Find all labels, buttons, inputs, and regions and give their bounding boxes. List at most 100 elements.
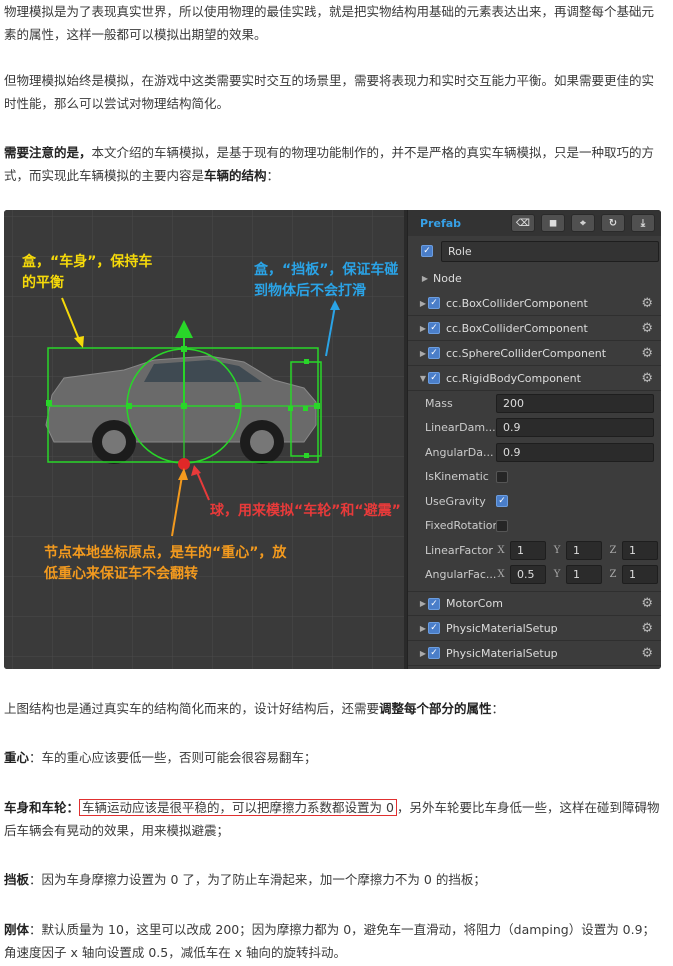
gear-icon[interactable]: ⚙ <box>641 646 653 661</box>
annotation-origin-line2: 低重心来保证车不会翻转 <box>44 566 198 582</box>
refresh-icon[interactable]: ↻ <box>601 214 625 232</box>
component-label: cc.SphereColliderComponent <box>446 346 607 360</box>
gear-icon[interactable]: ⚙ <box>641 321 653 336</box>
angular-factor-z-input[interactable]: 1 <box>622 565 658 585</box>
is-kinematic-label: IsKinematic <box>425 470 489 484</box>
mass-input[interactable]: 200 <box>496 393 654 413</box>
angular-factor-label: AngularFac... <box>425 568 496 582</box>
scene-view[interactable]: 盒，“车身”，保持车 的平衡 盒，“挡板”，保证车碰 到物体后不会打滑 球，用来… <box>4 210 404 669</box>
fixed-rotation-label: FixedRotation <box>425 519 496 533</box>
save-icon[interactable]: ⤓ <box>631 214 655 232</box>
annotation-body-line1: 盒，“车身”，保持车 <box>22 254 153 270</box>
expand-arrow-icon[interactable]: ▶ <box>418 649 428 658</box>
adjust-text: 上图结构也是通过真实车的结构简化而来的，设计好结构后，还需要 <box>4 701 380 716</box>
annotation-baffle-line1: 盒，“挡板”，保证车碰 <box>254 262 399 278</box>
axis-y-label: Y <box>553 544 561 556</box>
node-name-row: ✓ Role <box>408 236 661 266</box>
expand-arrow-icon[interactable]: ▶ <box>418 299 428 308</box>
angular-factor-y-value: 1 <box>573 568 580 582</box>
paragraph-body-wheels: 车身和车轮： 车辆运动应该是很平稳的，可以把摩擦力系数都设置为 0 ，另外车轮要比车… <box>4 796 664 842</box>
expand-arrow-icon[interactable]: ▶ <box>418 624 428 633</box>
gear-icon[interactable]: ⚙ <box>641 296 653 311</box>
angular-factor-x-input[interactable]: 0.5 <box>510 565 546 585</box>
component-label: cc.RigidBodyComponent <box>446 371 581 385</box>
component-checkbox[interactable]: ✓ <box>428 297 440 309</box>
paragraph-rigidbody: 刚体：默认质量为 10，这里可以改成 200；因为摩擦力都为 0，避免车一直滑动… <box>4 918 664 964</box>
paragraph-note: 需要注意的是，本文介绍的车辆模拟，是基于现有的物理功能制作的，并不是严格的真实车… <box>4 141 664 187</box>
component-checkbox[interactable]: ✓ <box>428 597 440 610</box>
axis-z-label: Z <box>609 544 617 556</box>
axis-z-label: Z <box>609 569 617 581</box>
expand-arrow-icon[interactable]: ▶ <box>418 349 428 358</box>
gear-icon[interactable]: ⚙ <box>641 346 653 361</box>
rigidbody-component-row[interactable]: ▼ ✓ cc.RigidBodyComponent ⚙ <box>408 366 661 391</box>
note-text: 本文介绍的车辆模拟，是基于现有的物理功能制作的，并不是严格的真实车辆模拟，只是一… <box>4 145 655 183</box>
component-checkbox[interactable]: ✓ <box>428 372 440 384</box>
annotation-origin-line1: 节点本地坐标原点，是车的“重心”，放 <box>44 545 287 561</box>
expand-arrow-icon[interactable]: ▶ <box>418 599 428 608</box>
inspector-header: Prefab ⌫ ◼ ⌖ ↻ ⤓ <box>408 210 661 236</box>
is-kinematic-checkbox[interactable] <box>496 470 508 483</box>
component-checkbox[interactable]: ✓ <box>428 322 440 334</box>
adjust-bold: 调整每个部分的属性 <box>379 701 492 716</box>
node-active-checkbox[interactable]: ✓ <box>421 245 433 257</box>
cube-icon[interactable]: ◼ <box>541 214 565 232</box>
component-row[interactable]: ▶ ✓ cc.BoxColliderComponent ⚙ <box>408 316 661 341</box>
location-icon[interactable]: ⌖ <box>571 214 595 232</box>
rigidbody-label: 刚体 <box>4 922 30 937</box>
component-label: cc.BoxColliderComponent <box>446 321 588 335</box>
linear-damping-input[interactable]: 0.9 <box>496 418 654 438</box>
mass-value: 200 <box>503 396 524 410</box>
component-row[interactable]: ▶ ✓ PhysicMaterialSetup ⚙ <box>408 616 661 641</box>
fixed-rotation-checkbox[interactable] <box>496 519 508 532</box>
eraser-icon[interactable]: ⌫ <box>511 214 535 232</box>
annotation-origin: 节点本地坐标原点，是车的“重心”，放 低重心来保证车不会翻转 <box>44 543 286 585</box>
component-row[interactable]: ▶ ✓ cc.SphereColliderComponent ⚙ <box>408 341 661 366</box>
expand-arrow-icon: ▶ <box>421 274 429 283</box>
paragraph-adjust: 上图结构也是通过真实车的结构简化而来的，设计好结构后，还需要调整每个部分的属性： <box>4 697 664 720</box>
component-label: MotorCom <box>446 597 503 610</box>
node-name-input[interactable]: Role <box>441 240 659 262</box>
component-checkbox[interactable]: ✓ <box>428 647 440 659</box>
angular-damping-input[interactable]: 0.9 <box>496 442 654 462</box>
inspector-panel: Prefab ⌫ ◼ ⌖ ↻ ⤓ ✓ Role ▶ Node ▶ ✓ cc.BoxC… <box>407 210 661 669</box>
paragraph-baffle: 挡板：因为车身摩擦力设置为 0 了，为了防止车滑起来，加一个摩擦力不为 0 的挡… <box>4 868 664 891</box>
linear-damping-label: LinearDam... <box>425 421 496 435</box>
baffle-text: ：因为车身摩擦力设置为 0 了，为了防止车滑起来，加一个摩擦力不为 0 的挡板； <box>29 872 486 887</box>
use-gravity-label: UseGravity <box>425 494 486 508</box>
linear-factor-y-input[interactable]: 1 <box>566 540 602 560</box>
linear-factor-z-input[interactable]: 1 <box>622 540 658 560</box>
use-gravity-checkbox[interactable]: ✓ <box>496 495 508 508</box>
node-section-label: Node <box>433 272 462 285</box>
is-kinematic-row: IsKinematic <box>408 465 661 490</box>
angular-damping-value: 0.9 <box>503 445 521 459</box>
inspector-toolbar: ⌫ ◼ ⌖ ↻ ⤓ <box>511 214 661 232</box>
use-gravity-row: UseGravity ✓ <box>408 489 661 514</box>
paragraph-balance-text: 但物理模拟始终是模拟，在游戏中这类需要实时交互的场景里，需要将表现力和实时交互能… <box>4 73 655 111</box>
linear-factor-x-value: 1 <box>517 543 524 557</box>
component-row[interactable]: ▶ ✓ PhysicMaterialSetup ⚙ <box>408 641 661 666</box>
collapse-arrow-icon[interactable]: ▼ <box>418 374 428 383</box>
angular-factor-y-input[interactable]: 1 <box>566 565 602 585</box>
gear-icon[interactable]: ⚙ <box>641 621 653 636</box>
component-checkbox[interactable]: ✓ <box>428 622 440 634</box>
gear-icon[interactable]: ⚙ <box>641 371 653 386</box>
component-row[interactable]: ▶ ✓ cc.BoxColliderComponent ⚙ <box>408 291 661 316</box>
annotation-body-line2: 的平衡 <box>22 275 64 291</box>
angular-factor-z-value: 1 <box>629 568 636 582</box>
note-bold-structure: 车辆的结构 <box>204 168 267 183</box>
linear-damping-value: 0.9 <box>503 421 521 435</box>
expand-arrow-icon[interactable]: ▶ <box>418 324 428 333</box>
component-checkbox[interactable]: ✓ <box>428 347 440 359</box>
rigidbody-text: ：默认质量为 10，这里可以改成 200；因为摩擦力都为 0，避免车一直滑动，将… <box>4 922 656 960</box>
axis-y-label: Y <box>553 569 561 581</box>
linear-factor-x-input[interactable]: 1 <box>510 540 546 560</box>
paragraph-center-of-mass: 重心：车的重心应该要低一些，否则可能会很容易翻车； <box>4 746 664 769</box>
baffle-label: 挡板 <box>4 872 30 887</box>
linear-factor-row: LinearFactor X1 Y1 Z1 <box>408 538 661 563</box>
gear-icon[interactable]: ⚙ <box>641 596 653 611</box>
component-row[interactable]: ▶ ✓ MotorCom ⚙ <box>408 591 661 616</box>
paragraph-intro-text: 物理模拟是为了表现真实世界，所以使用物理的最佳实践，就是把实物结构用基础的元素表… <box>4 4 655 42</box>
angular-damping-label: AngularDa... <box>425 445 494 459</box>
node-section[interactable]: ▶ Node <box>408 266 661 291</box>
